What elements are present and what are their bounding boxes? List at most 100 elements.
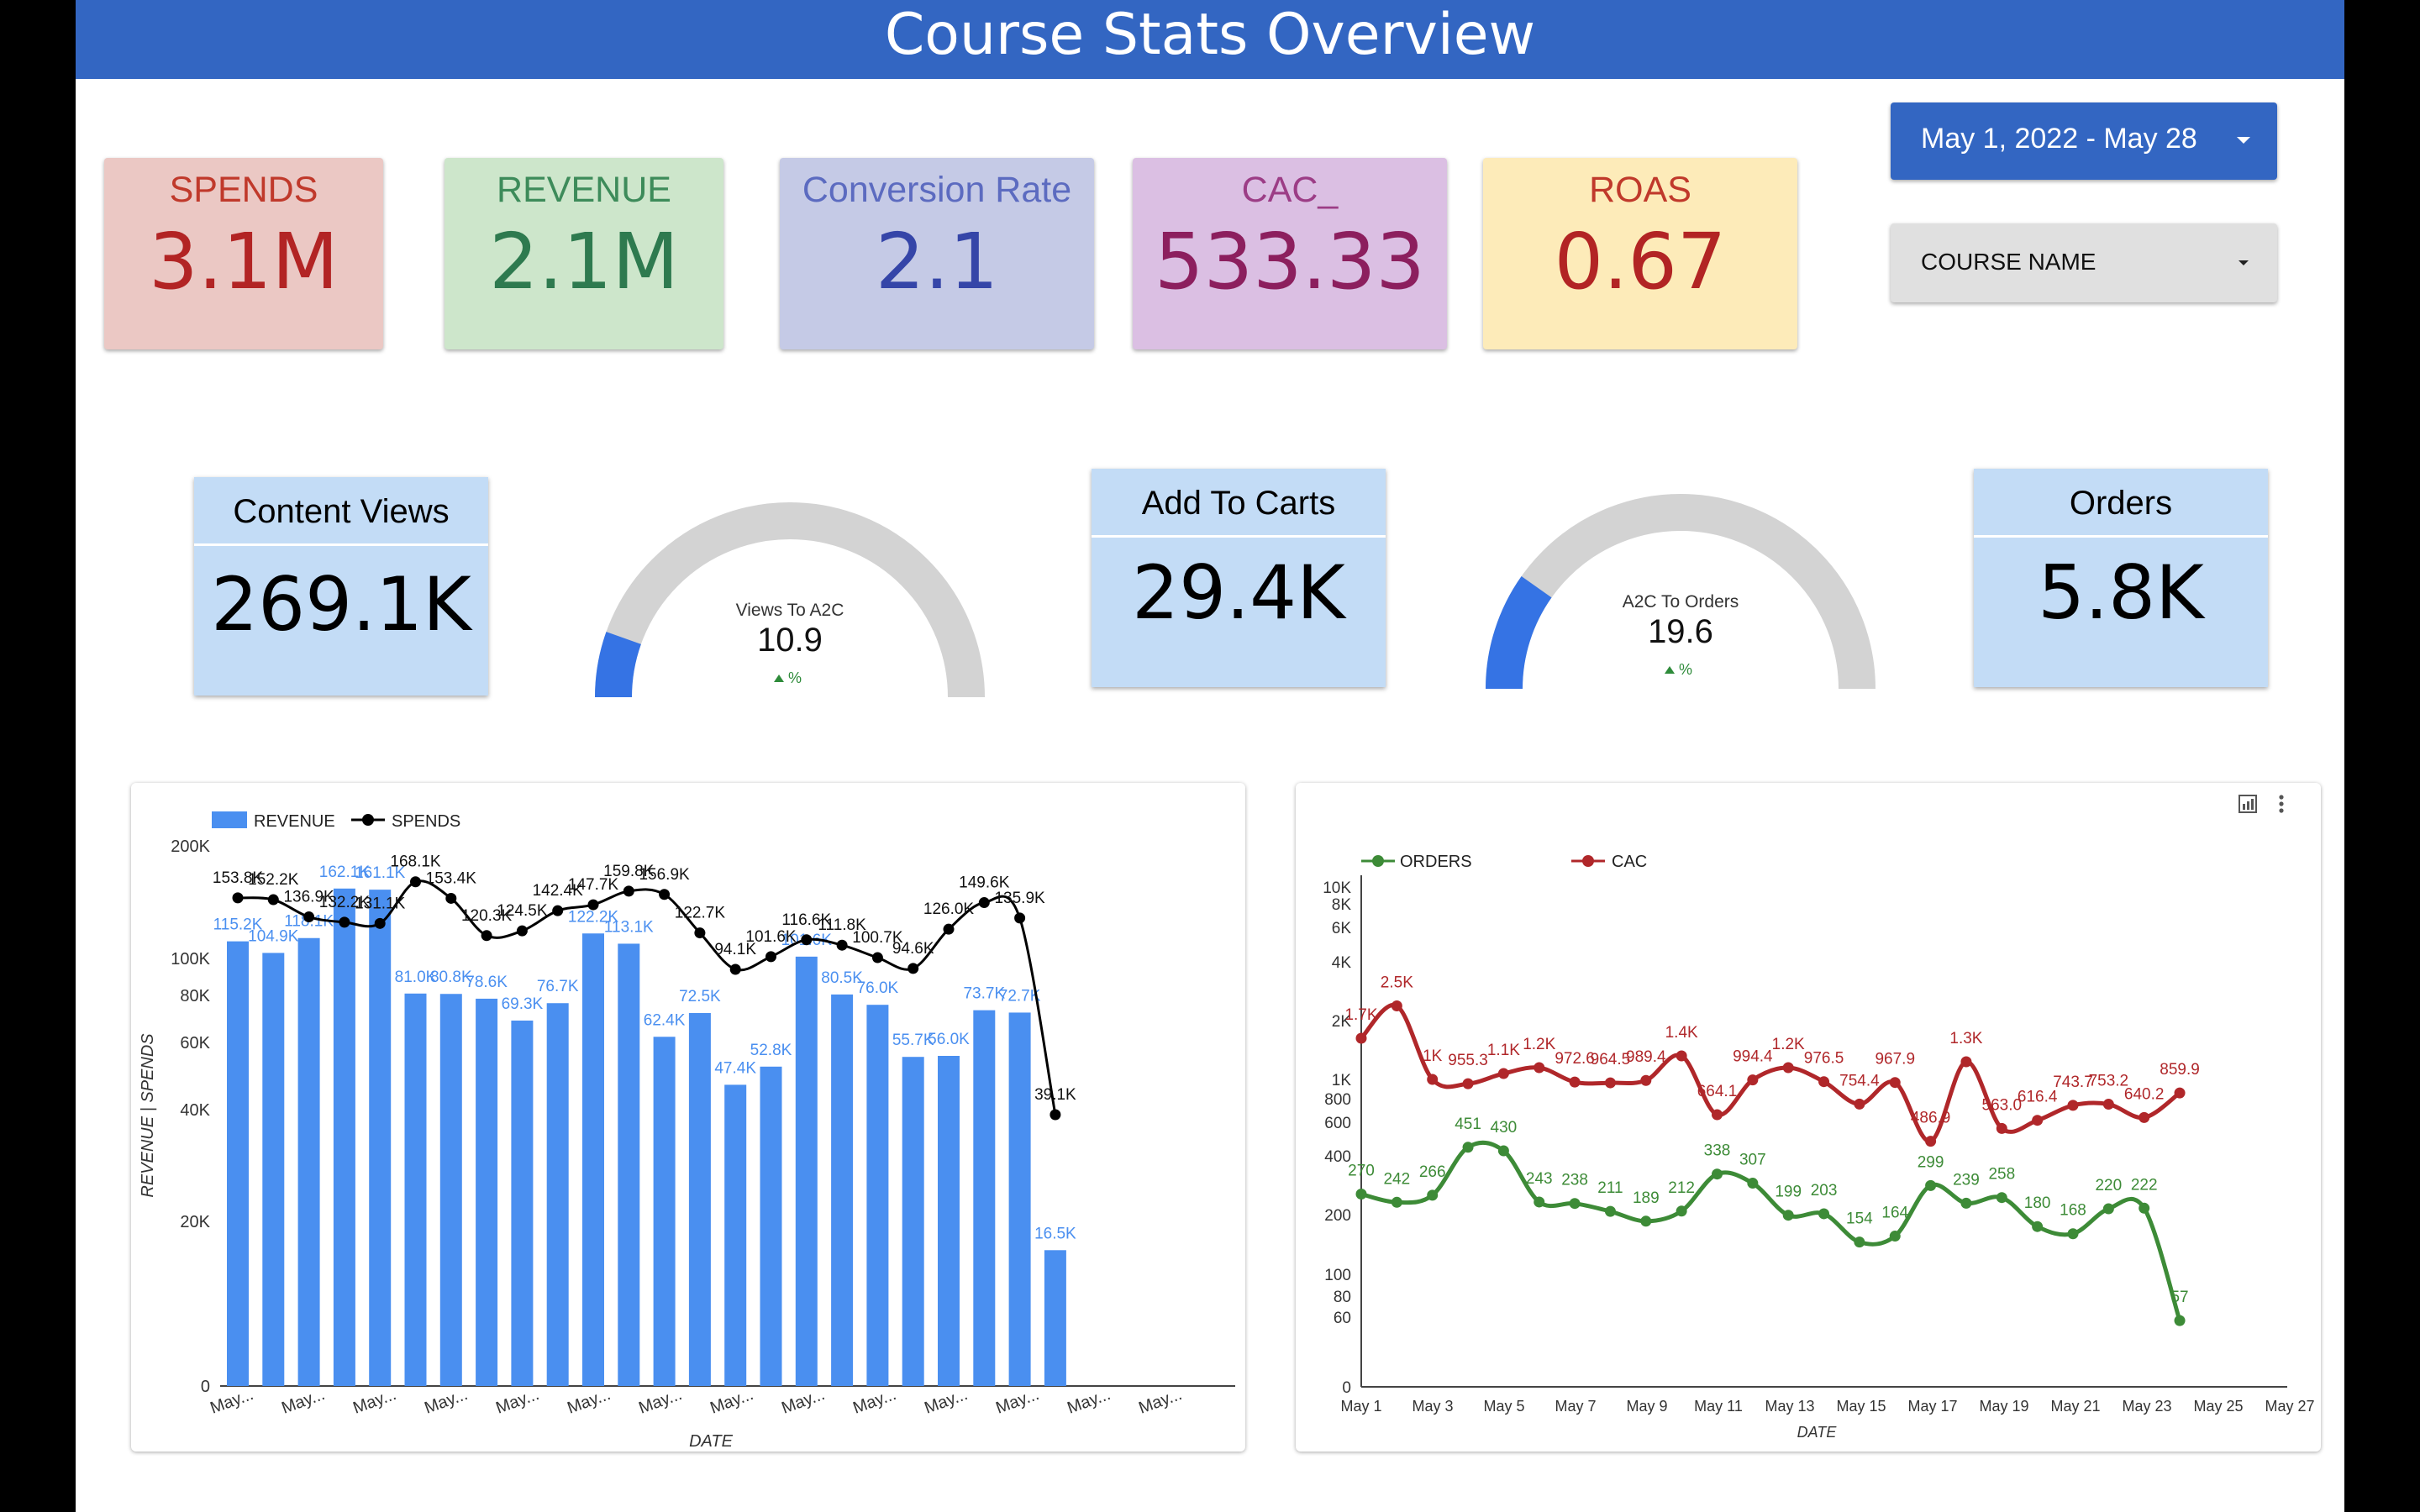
legend-marker-spends	[362, 814, 374, 826]
scorecard-value: 0.67	[1554, 217, 1727, 307]
cac-point	[1604, 1077, 1616, 1089]
orders-cac-chart-panel: 10K 8K 6K 4K 2K 1K 800 600 400 200 100 80 60 0 ORDERS C…	[1296, 783, 2321, 1452]
explore-chart-icon[interactable]	[2237, 793, 2259, 815]
orders-point	[2067, 1228, 2079, 1240]
orders-point	[1355, 1189, 1367, 1200]
spends-data-label: 131.1K	[355, 895, 406, 912]
scorecard-value: 3.1M	[149, 217, 339, 307]
revenue-bar	[439, 994, 462, 1386]
orders-data-label: 338	[1704, 1142, 1731, 1160]
y-tick-label: 80K	[180, 987, 210, 1005]
y-tick-label: 0	[201, 1378, 210, 1396]
gauge-a2c-to-orders: A2C To Orders 19.6 %	[1486, 494, 1876, 690]
orders-data-label: 212	[1668, 1179, 1695, 1197]
orders-data-label: 430	[1491, 1119, 1518, 1137]
scorecard-label: ROAS	[1589, 170, 1691, 210]
cac-point	[1497, 1068, 1509, 1079]
cac-data-label: 964.5	[1591, 1051, 1631, 1068]
page-title: Course Stats Overview	[884, 2, 1536, 68]
revenue-bar	[227, 941, 249, 1386]
orders-line	[1360, 1140, 2182, 1321]
orders-point	[2032, 1221, 2044, 1232]
x-tick-label: May...	[350, 1385, 398, 1418]
gauge-trend: %	[1679, 661, 1692, 678]
revenue-bar	[618, 943, 640, 1386]
orders-point	[2102, 1203, 2114, 1215]
orders-card: Orders 5.8K	[1974, 469, 2268, 687]
date-range-picker[interactable]: May 1, 2022 - May 28	[1891, 102, 2277, 180]
revenue-bar	[795, 956, 818, 1386]
scorecard-label: SPENDS	[169, 170, 318, 210]
spends-data-label: 152.2K	[248, 871, 299, 889]
revenue-data-label: 56.0K	[928, 1031, 970, 1048]
cac-data-label: 1.7K	[1344, 1006, 1377, 1024]
spends-point	[1014, 912, 1026, 924]
cac-point	[1355, 1032, 1367, 1044]
orders-point	[1925, 1179, 1937, 1191]
y-tick-label: 800	[1324, 1091, 1351, 1109]
cac-data-label: 1.3K	[1949, 1030, 1982, 1047]
orders-cac-chart: 10K8K6K4K2K1K80060040020010080600ORDERS C…	[1323, 853, 2314, 1441]
y-tick-label: 6K	[1332, 920, 1352, 937]
revenue-data-label: 78.6K	[466, 974, 508, 991]
legend-marker-cac	[1582, 855, 1594, 867]
cac-point	[1782, 1062, 1794, 1074]
card-value: 29.4K	[1132, 549, 1345, 636]
cac-data-label: 754.4	[1839, 1072, 1880, 1089]
course-name-label: COURSE NAME	[1921, 249, 2096, 275]
x-tick-label: May...	[493, 1385, 541, 1418]
course-name-filter[interactable]: COURSE NAME	[1891, 223, 2277, 302]
orders-point	[1712, 1168, 1723, 1180]
x-tick-label: May 5	[1483, 1398, 1524, 1415]
x-tick-label: May 3	[1412, 1398, 1453, 1415]
orders-data-label: 154	[1846, 1210, 1873, 1228]
scorecard-conversion-rate: Conversion Rate 2.1	[780, 158, 1094, 349]
cac-point	[2032, 1115, 2044, 1126]
revenue-data-label: 69.3K	[502, 995, 544, 1013]
revenue-bar	[404, 993, 427, 1386]
orders-point	[1676, 1205, 1687, 1217]
cac-data-label: 563.0	[1982, 1096, 2023, 1114]
y-tick-label: 40K	[180, 1101, 210, 1120]
legend-label-orders: ORDERS	[1400, 853, 1472, 871]
revenue-bar	[511, 1020, 534, 1386]
page-header: Course Stats Overview	[76, 0, 2344, 79]
orders-data-label: 258	[1988, 1166, 2015, 1184]
x-tick-label: May...	[565, 1385, 613, 1418]
cac-point	[1391, 1000, 1402, 1011]
revenue-bar	[369, 890, 392, 1386]
x-tick-label: May...	[1136, 1385, 1184, 1418]
scorecard-roas: ROAS 0.67	[1483, 158, 1797, 349]
revenue-data-label: 52.8K	[750, 1042, 792, 1059]
gauge-fill	[1486, 576, 1552, 690]
cac-point	[2139, 1111, 2150, 1123]
revenue-bar	[297, 937, 320, 1386]
orders-point	[1889, 1231, 1901, 1242]
orders-data-label: 242	[1383, 1170, 1410, 1188]
revenue-bar	[688, 1013, 711, 1386]
revenue-bar	[866, 1005, 889, 1386]
y-tick-label: 600	[1324, 1115, 1351, 1132]
y-tick-label: 100K	[171, 950, 210, 969]
revenue-bar	[724, 1084, 747, 1386]
cac-data-label: 989.4	[1626, 1048, 1666, 1066]
orders-data-label: 270	[1348, 1163, 1375, 1180]
spends-point	[836, 939, 848, 951]
x-tick-label: May 25	[2193, 1398, 2243, 1415]
y-tick-label: 100	[1324, 1267, 1351, 1284]
x-tick-label: May...	[708, 1385, 755, 1418]
orders-point	[1747, 1178, 1759, 1189]
cac-point	[1818, 1076, 1830, 1088]
orders-point	[1534, 1196, 1545, 1208]
spends-data-label: 153.4K	[426, 869, 477, 887]
revenue-data-label: 113.1K	[604, 918, 654, 936]
more-options-icon[interactable]	[2275, 793, 2287, 815]
orders-point	[1960, 1197, 1972, 1209]
spends-point	[729, 963, 741, 975]
gauge-fill	[595, 632, 642, 698]
spends-point	[481, 930, 492, 942]
orders-point	[1996, 1192, 2007, 1204]
orders-data-label: 451	[1455, 1116, 1481, 1133]
gauge-value: 19.6	[1648, 613, 1713, 650]
orders-point	[1462, 1142, 1474, 1153]
